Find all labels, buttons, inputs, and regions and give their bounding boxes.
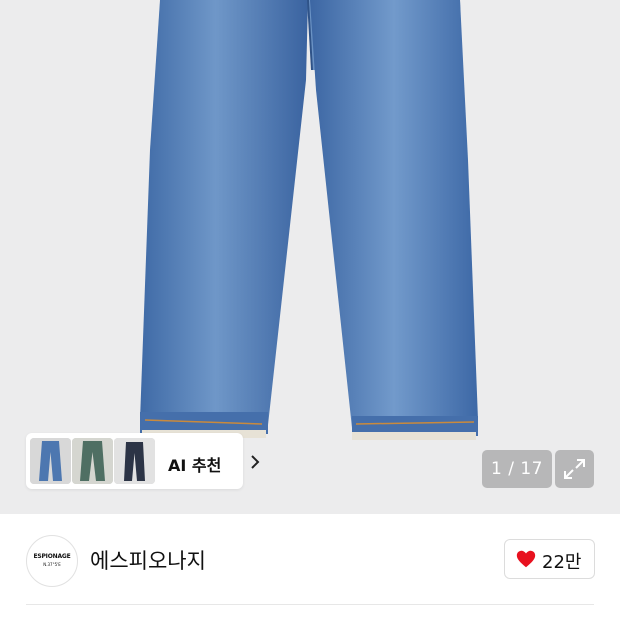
store-logo-text: ESPIONAGE [33,553,71,560]
chevron-right-icon [251,455,260,469]
expand-icon [564,459,585,479]
expand-button[interactable] [555,450,594,488]
store-name[interactable]: 에스피오나지 [90,545,206,575]
recommend-thumbnail[interactable] [72,438,113,484]
image-counter: 1 / 17 [482,450,552,488]
like-button[interactable]: 22만 [504,539,595,579]
like-count: 22만 [542,552,582,573]
heart-icon [516,550,536,568]
store-logo-subtext: N.37°5'E [43,562,61,567]
product-image-carousel[interactable]: AI 추천 1 / 17 [0,0,620,514]
recommend-thumbnail[interactable] [114,438,155,484]
ai-recommend-label: AI 추천 [168,456,222,475]
divider [26,604,594,605]
store-logo[interactable]: ESPIONAGE N.37°5'E [26,535,78,587]
recommend-thumbnail[interactable] [30,438,71,484]
ai-recommend-card[interactable]: AI 추천 [26,433,260,489]
